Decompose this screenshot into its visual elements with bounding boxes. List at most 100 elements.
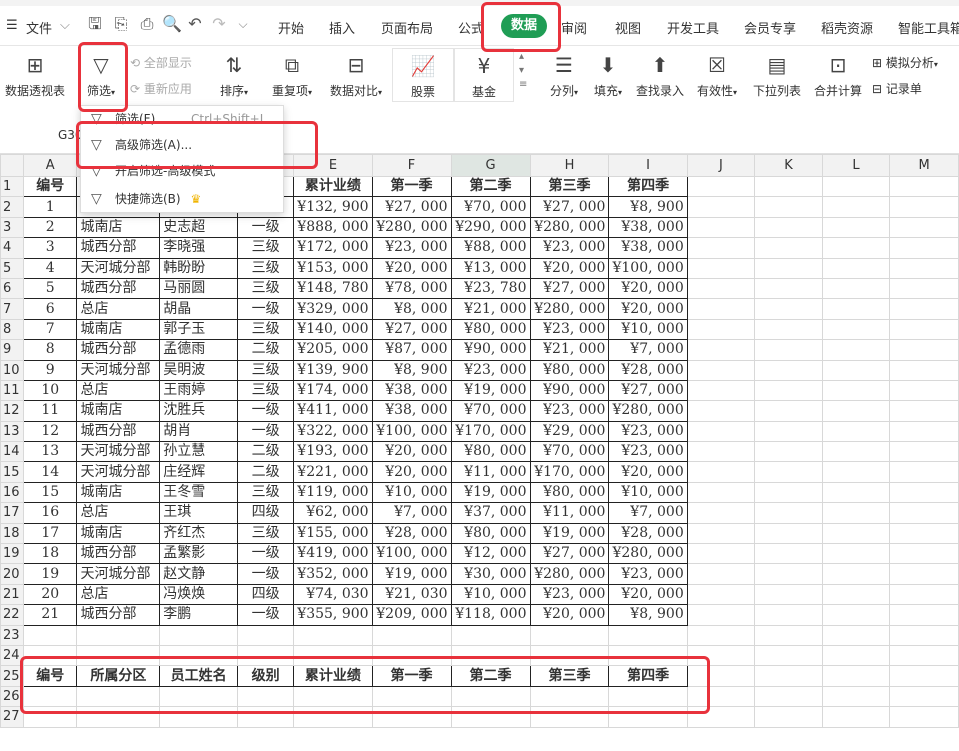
data-cell[interactable]: ¥19, 000	[450, 481, 531, 504]
data-cell[interactable]: ¥888, 000	[293, 216, 373, 239]
data-cell[interactable]: ¥28, 000	[608, 522, 688, 545]
data-cell[interactable]: 郭子玉	[159, 318, 238, 341]
data-cell[interactable]: 李晓强	[159, 237, 238, 259]
header-cell[interactable]: 第二季	[450, 175, 531, 198]
empty-cell[interactable]	[889, 502, 959, 524]
hamburger-icon[interactable]: ☰	[6, 18, 18, 33]
row-header[interactable]: 21	[0, 583, 24, 606]
empty-cell[interactable]	[686, 216, 756, 239]
data-cell[interactable]: ¥419, 000	[293, 543, 373, 565]
empty-cell[interactable]	[754, 583, 823, 606]
data-cell[interactable]: ¥23, 000	[608, 441, 688, 463]
header-cell[interactable]: 编号	[22, 175, 78, 198]
data-cell[interactable]: 四级	[236, 502, 295, 524]
data-cell[interactable]: ¥11, 000	[529, 502, 610, 524]
row-header[interactable]: 12	[0, 400, 24, 422]
empty-cell[interactable]	[889, 522, 959, 545]
gallery-scroll[interactable]: ▴ ▾ ≡	[519, 50, 527, 92]
empty-cell[interactable]	[754, 216, 823, 239]
empty-cell[interactable]	[754, 624, 823, 646]
column-header-i[interactable]: I	[608, 154, 688, 177]
column-header-k[interactable]: K	[754, 154, 823, 177]
data-cell[interactable]: 李鹏	[159, 604, 238, 626]
empty-cell[interactable]	[889, 624, 959, 646]
data-cell[interactable]: 城南店	[76, 522, 161, 545]
fill-button[interactable]: ⬇ 填充▾	[590, 52, 626, 99]
empty-cell[interactable]	[889, 706, 959, 728]
data-cell[interactable]: 总店	[76, 502, 161, 524]
data-cell[interactable]: ¥8, 000	[371, 298, 452, 320]
data-cell[interactable]: 四级	[236, 583, 295, 606]
data-cell[interactable]: ¥23, 000	[608, 420, 688, 443]
data-cell[interactable]: ¥170, 000	[529, 461, 610, 483]
row-header[interactable]: 10	[0, 359, 24, 381]
row-header[interactable]: 6	[0, 277, 24, 300]
data-cell[interactable]: 13	[22, 441, 78, 463]
chevron-down-icon[interactable]: ⌵	[60, 18, 70, 33]
data-cell[interactable]: 8	[22, 339, 78, 361]
empty-cell[interactable]	[889, 175, 959, 198]
data-cell[interactable]: ¥140, 000	[293, 318, 373, 341]
empty-cell[interactable]	[686, 339, 756, 361]
data-cell[interactable]: ¥80, 000	[450, 522, 531, 545]
data-cell[interactable]: ¥132, 900	[293, 196, 373, 218]
data-cell[interactable]: 三级	[236, 257, 295, 279]
tab-review[interactable]: 审阅	[561, 18, 587, 37]
data-cell[interactable]: ¥8, 900	[371, 359, 452, 381]
header-cell[interactable]: 第三季	[529, 175, 610, 198]
empty-cell[interactable]	[686, 461, 756, 483]
data-cell[interactable]: ¥80, 000	[450, 441, 531, 463]
data-cell[interactable]: ¥20, 000	[371, 441, 452, 463]
empty-cell[interactable]	[754, 257, 823, 279]
empty-cell[interactable]	[821, 706, 891, 728]
empty-cell[interactable]	[754, 502, 823, 524]
empty-cell[interactable]	[686, 175, 756, 198]
data-cell[interactable]: ¥19, 000	[450, 379, 531, 402]
empty-cell[interactable]	[76, 624, 161, 646]
empty-cell[interactable]	[821, 583, 891, 606]
empty-cell[interactable]	[754, 461, 823, 483]
column-header-m[interactable]: M	[889, 154, 959, 177]
data-cell[interactable]: 12	[22, 420, 78, 443]
data-cell[interactable]: ¥209, 000	[371, 604, 452, 626]
empty-cell[interactable]	[889, 420, 959, 443]
data-cell[interactable]: ¥23, 000	[529, 237, 610, 259]
data-cell[interactable]: 胡晶	[159, 298, 238, 320]
empty-cell[interactable]	[889, 379, 959, 402]
data-cell[interactable]: ¥38, 000	[371, 379, 452, 402]
data-cell[interactable]: ¥10, 000	[608, 481, 688, 504]
empty-cell[interactable]	[889, 196, 959, 218]
empty-cell[interactable]	[686, 522, 756, 545]
data-cell[interactable]: 城西分部	[76, 339, 161, 361]
data-cell[interactable]: ¥74, 030	[293, 583, 373, 606]
data-cell[interactable]: ¥153, 000	[293, 257, 373, 279]
data-cell[interactable]: 9	[22, 359, 78, 381]
data-cell[interactable]: ¥21, 030	[371, 583, 452, 606]
duplicates-button[interactable]: ⧉ 重复项▾	[268, 52, 316, 99]
empty-cell[interactable]	[821, 339, 891, 361]
row-header[interactable]: 13	[0, 420, 24, 443]
row-header[interactable]: 19	[0, 543, 24, 565]
data-cell[interactable]: 一级	[236, 543, 295, 565]
data-cell[interactable]: ¥90, 000	[529, 379, 610, 402]
data-cell[interactable]: 10	[22, 379, 78, 402]
data-cell[interactable]: 18	[22, 543, 78, 565]
empty-cell[interactable]	[754, 604, 823, 626]
data-cell[interactable]: 一级	[236, 216, 295, 239]
data-cell[interactable]: 王琪	[159, 502, 238, 524]
data-cell[interactable]: ¥155, 000	[293, 522, 373, 545]
header-cell[interactable]: 累计业绩	[293, 175, 373, 198]
empty-cell[interactable]	[686, 563, 756, 585]
data-cell[interactable]: 5	[22, 277, 78, 300]
data-cell[interactable]: 城南店	[76, 481, 161, 504]
data-cell[interactable]: 齐红杰	[159, 522, 238, 545]
data-cell[interactable]: ¥193, 000	[293, 441, 373, 463]
row-header[interactable]: 16	[0, 481, 24, 504]
row-header[interactable]: 3	[0, 216, 24, 239]
empty-cell[interactable]	[821, 277, 891, 300]
data-cell[interactable]: 城南店	[76, 216, 161, 239]
data-cell[interactable]: 总店	[76, 379, 161, 402]
export-icon[interactable]: ⎘	[112, 15, 130, 33]
empty-cell[interactable]	[686, 502, 756, 524]
data-cell[interactable]: 王冬雪	[159, 481, 238, 504]
